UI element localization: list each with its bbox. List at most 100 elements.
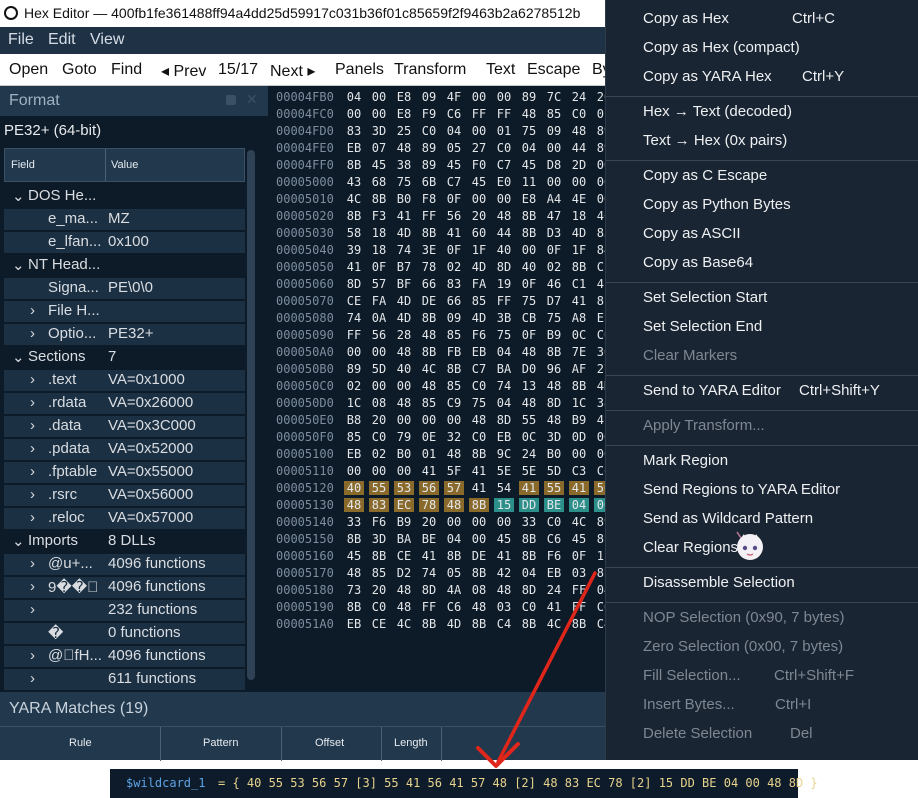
hex-byte[interactable]: C3 (569, 464, 589, 478)
hex-byte[interactable]: 75 (519, 124, 539, 138)
hex-byte[interactable]: 8B (419, 617, 439, 631)
hex-byte[interactable]: 57 (444, 481, 464, 495)
hex-byte[interactable]: D0 (519, 362, 539, 376)
hex-byte[interactable]: FF (494, 107, 514, 121)
hex-byte[interactable]: 8B (469, 447, 489, 461)
hex-byte[interactable]: 53 (394, 481, 414, 495)
hex-byte[interactable]: FF (419, 209, 439, 223)
column-value[interactable]: Value (111, 159, 138, 171)
hex-byte[interactable]: 00 (544, 175, 564, 189)
hex-byte[interactable]: 5D (544, 464, 564, 478)
hex-byte[interactable]: 48 (569, 124, 589, 138)
hex-byte[interactable]: 00 (469, 192, 489, 206)
hex-byte[interactable]: F8 (419, 192, 439, 206)
hex-byte[interactable]: C0 (469, 430, 489, 444)
hex-byte[interactable]: F6 (469, 328, 489, 342)
menu-item[interactable]: Disassemble Selection (643, 574, 795, 591)
hex-byte[interactable]: 00 (494, 515, 514, 529)
hex-byte[interactable]: 00 (444, 515, 464, 529)
hex-byte[interactable]: A8 (569, 311, 589, 325)
menu-item[interactable]: Copy as C Escape (643, 167, 767, 184)
hex-byte[interactable]: 02 (344, 379, 364, 393)
hex-byte[interactable]: BA (494, 362, 514, 376)
hex-byte[interactable]: 8B (419, 226, 439, 240)
hex-byte[interactable]: 00 (369, 107, 389, 121)
hex-byte[interactable]: 39 (344, 243, 364, 257)
hex-byte[interactable]: C6 (544, 532, 564, 546)
hex-byte[interactable]: C0 (519, 600, 539, 614)
expand-arrow-icon[interactable]: › (30, 509, 35, 526)
hex-byte[interactable]: 04 (494, 345, 514, 359)
hex-byte[interactable]: C7 (469, 362, 489, 376)
hex-byte[interactable]: 41 (394, 209, 414, 223)
hex-byte[interactable]: 02 (369, 447, 389, 461)
hex-byte[interactable]: 42 (494, 566, 514, 580)
hex-byte[interactable]: DD (519, 498, 539, 512)
expand-arrow-icon[interactable]: › (30, 486, 35, 503)
hex-byte[interactable]: 85 (544, 107, 564, 121)
hex-byte[interactable]: 8B (469, 566, 489, 580)
tree-row[interactable]: ⌄ NT Head... (4, 255, 245, 276)
hex-byte[interactable]: 04 (519, 141, 539, 155)
hex-byte[interactable]: 41 (419, 549, 439, 563)
hex-byte[interactable]: 54 (494, 481, 514, 495)
tree-row[interactable]: › .pdata VA=0x52000 (4, 439, 245, 460)
hex-byte[interactable]: 85 (469, 294, 489, 308)
hex-byte[interactable]: C0 (369, 430, 389, 444)
hex-byte[interactable]: FF (569, 583, 589, 597)
hex-byte[interactable]: 40 (344, 481, 364, 495)
hex-byte[interactable]: 20 (469, 209, 489, 223)
hex-byte[interactable]: 4E (569, 192, 589, 206)
hex-byte[interactable]: 83 (444, 277, 464, 291)
hex-byte[interactable]: 0F (444, 243, 464, 257)
hex-byte[interactable]: 4C (544, 617, 564, 631)
hex-byte[interactable]: 44 (494, 226, 514, 240)
hex-byte[interactable]: 8B (419, 311, 439, 325)
hex-byte[interactable]: 41 (469, 481, 489, 495)
tree-row[interactable]: › .fptable VA=0x55000 (4, 462, 245, 483)
hex-byte[interactable]: 40 (394, 362, 414, 376)
hex-byte[interactable]: C9 (444, 396, 464, 410)
hex-byte[interactable]: 09 (444, 311, 464, 325)
hex-byte[interactable]: 85 (444, 379, 464, 393)
expand-arrow-icon[interactable]: ⌄ (12, 532, 25, 550)
hex-byte[interactable]: 55 (544, 481, 564, 495)
hex-byte[interactable]: 41 (344, 260, 364, 274)
hex-byte[interactable]: 45 (569, 532, 589, 546)
hex-byte[interactable]: 1F (569, 243, 589, 257)
hex-byte[interactable]: 60 (469, 226, 489, 240)
hex-byte[interactable]: B8 (344, 413, 364, 427)
hex-byte[interactable]: EB (494, 430, 514, 444)
hex-byte[interactable]: C7 (444, 175, 464, 189)
hex-byte[interactable]: 9C (494, 447, 514, 461)
hex-byte[interactable]: E8 (519, 192, 539, 206)
hex-byte[interactable]: 20 (419, 515, 439, 529)
tree-row[interactable]: › Optio... PE32+ (4, 324, 245, 345)
hex-byte[interactable]: 24 (569, 90, 589, 104)
hex-byte[interactable]: DE (469, 549, 489, 563)
hex-byte[interactable]: BA (394, 532, 414, 546)
hex-byte[interactable]: 47 (544, 209, 564, 223)
hex-byte[interactable]: 75 (544, 311, 564, 325)
hex-byte[interactable]: 68 (369, 175, 389, 189)
hex-byte[interactable]: 45 (444, 158, 464, 172)
hex-byte[interactable]: 00 (394, 379, 414, 393)
menu-item[interactable]: Copy as Python Bytes (643, 196, 791, 213)
hex-byte[interactable]: C0 (469, 379, 489, 393)
hex-byte[interactable]: AF (569, 362, 589, 376)
panels-button[interactable]: Panels (335, 61, 384, 79)
open-button[interactable]: Open (9, 61, 48, 79)
hex-byte[interactable]: 00 (469, 532, 489, 546)
hex-byte[interactable]: 45 (369, 158, 389, 172)
hex-byte[interactable]: 7E (569, 345, 589, 359)
hex-byte[interactable]: 09 (544, 124, 564, 138)
hex-byte[interactable]: 18 (369, 226, 389, 240)
hex-byte[interactable]: 41 (419, 464, 439, 478)
hex-byte[interactable]: 74 (419, 566, 439, 580)
tree-row[interactable]: Signa... PE\0\0 (4, 278, 245, 299)
menu-file[interactable]: File (8, 31, 34, 49)
menu-item[interactable]: Copy as YARA Hex (643, 68, 772, 85)
hex-byte[interactable]: B7 (394, 260, 414, 274)
hex-byte[interactable]: C1 (569, 277, 589, 291)
hex-byte[interactable]: 8B (569, 379, 589, 393)
